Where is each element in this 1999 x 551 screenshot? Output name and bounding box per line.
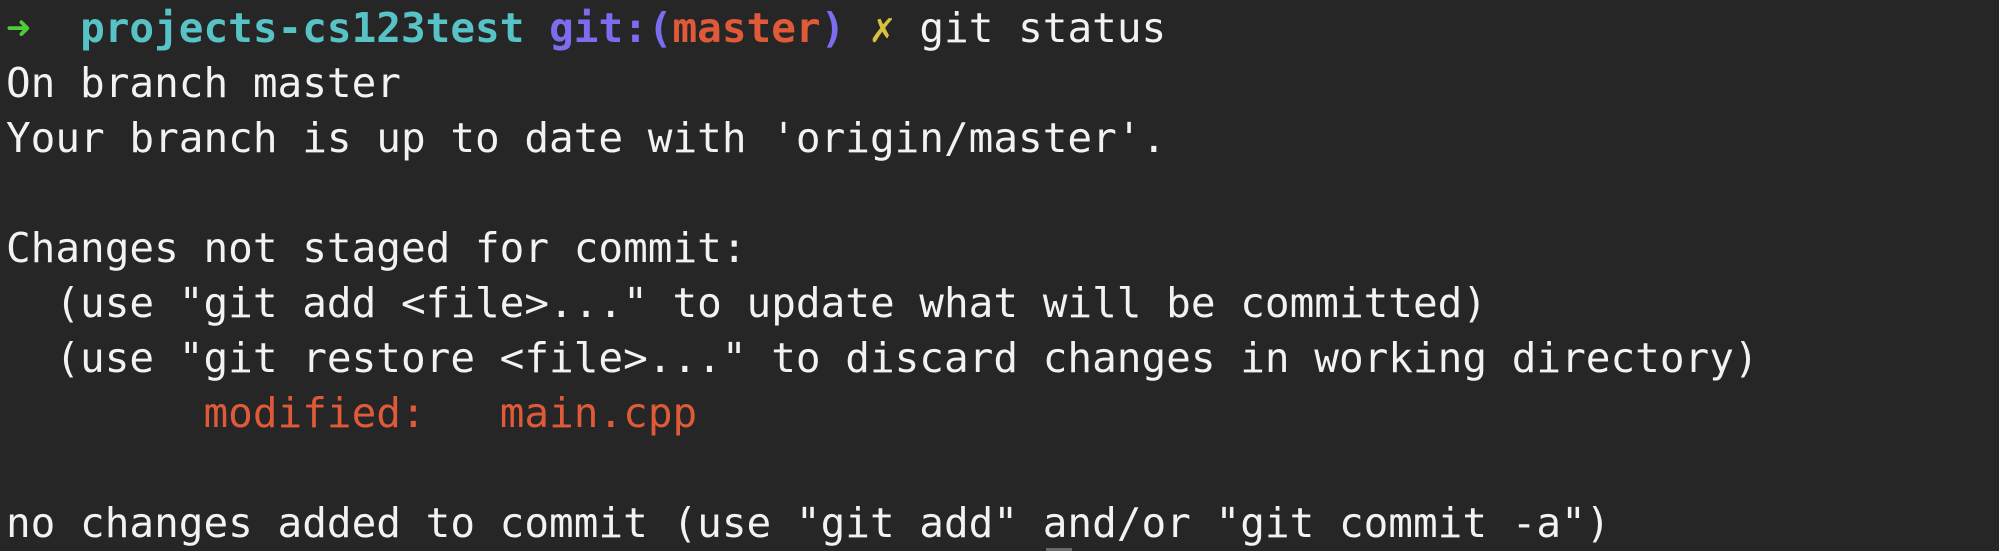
output-line-summary: no changes added to commit (use "git add… xyxy=(6,499,1611,547)
output-line-changes-header: Changes not staged for commit: xyxy=(6,224,747,272)
modified-file: main.cpp xyxy=(499,389,698,437)
terminal-window[interactable]: ➜ projects-cs123test git:(master) ✗ git … xyxy=(0,1,1999,551)
output-line-branch: On branch master xyxy=(6,59,401,107)
prompt-branch: master xyxy=(672,4,821,52)
prompt-directory: projects-cs123test xyxy=(80,4,525,52)
output-line-blank-2 xyxy=(6,441,1999,496)
prompt-arrow-icon: ➜ xyxy=(6,4,31,52)
prompt-line: ➜ projects-cs123test git:(master) ✗ git … xyxy=(6,1,1999,56)
output-line-upstream: Your branch is up to date with 'origin/m… xyxy=(6,114,1167,162)
output-line-hint-restore: (use "git restore <file>..." to discard … xyxy=(6,334,1759,382)
output-line-hint-add: (use "git add <file>..." to update what … xyxy=(6,279,1488,327)
modified-label: modified: xyxy=(203,389,426,437)
command-text: git status xyxy=(919,4,1167,52)
prompt-git-prefix: git:( xyxy=(549,4,673,52)
output-line-blank xyxy=(6,166,1999,221)
dirty-marker-icon: ✗ xyxy=(869,4,895,52)
output-line-modified: modified: main.cpp xyxy=(6,386,1999,441)
prompt-git-suffix: ) xyxy=(820,4,846,52)
